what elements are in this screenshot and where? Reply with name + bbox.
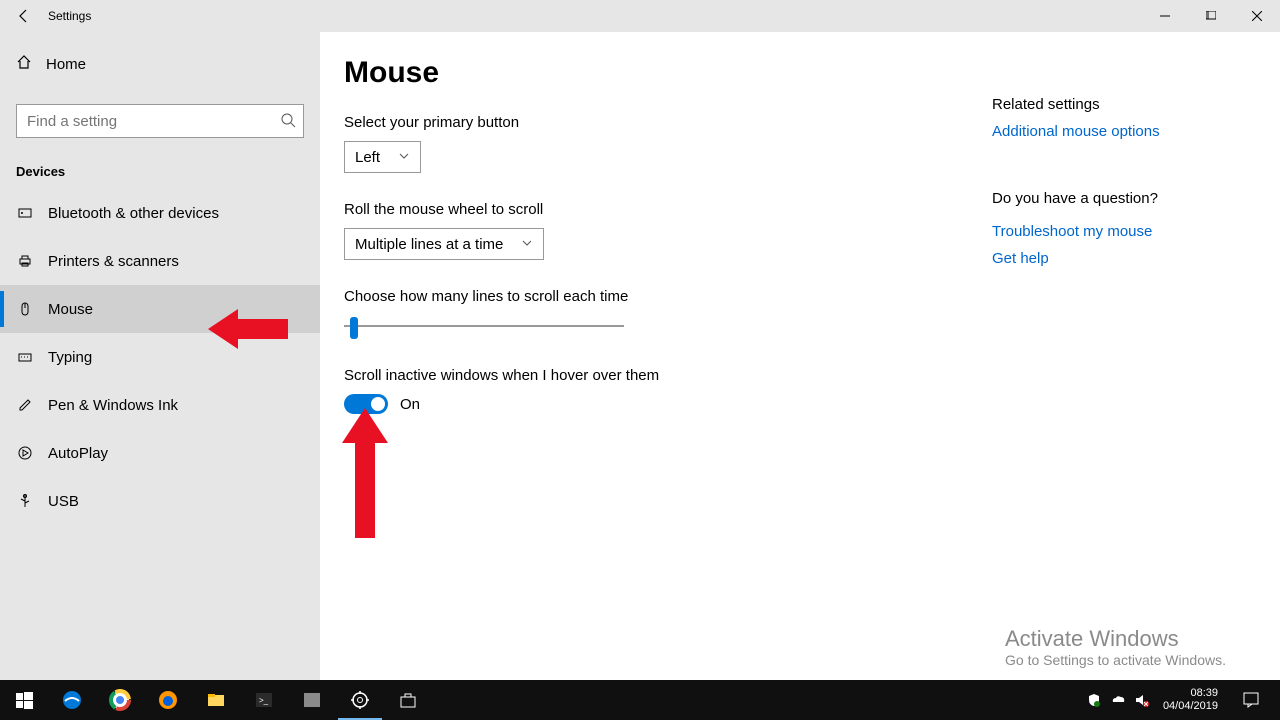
- activate-windows-watermark: Activate Windows Go to Settings to activ…: [1005, 626, 1226, 668]
- start-button[interactable]: [0, 680, 48, 720]
- maximize-button[interactable]: [1188, 0, 1234, 32]
- taskbar-date: 04/04/2019: [1163, 700, 1218, 713]
- select-value: Left: [355, 149, 380, 166]
- taskbar-store[interactable]: [384, 680, 432, 720]
- taskbar-edge[interactable]: [48, 680, 96, 720]
- minimize-button[interactable]: [1142, 0, 1188, 32]
- additional-mouse-options-link[interactable]: Additional mouse options: [992, 123, 1242, 140]
- sidebar-item-label: Mouse: [48, 301, 93, 318]
- sidebar-item-label: Printers & scanners: [48, 253, 179, 270]
- mouse-icon: [16, 300, 34, 318]
- sidebar-item-label: USB: [48, 493, 79, 510]
- slider-track: [344, 325, 624, 327]
- sidebar-home[interactable]: Home: [0, 40, 320, 88]
- inactive-windows-label: Scroll inactive windows when I hover ove…: [344, 367, 1280, 384]
- sidebar-home-label: Home: [46, 56, 86, 73]
- get-help-link[interactable]: Get help: [992, 250, 1242, 267]
- toggle-state-label: On: [400, 396, 420, 413]
- sidebar-item-autoplay[interactable]: AutoPlay: [0, 429, 320, 477]
- taskbar-app[interactable]: [288, 680, 336, 720]
- slider-thumb[interactable]: [350, 317, 358, 339]
- titlebar: Settings: [0, 0, 1280, 32]
- tray-security-icon[interactable]: [1085, 691, 1103, 709]
- bluetooth-icon: [16, 204, 34, 222]
- activate-title: Activate Windows: [1005, 626, 1226, 652]
- taskbar-explorer[interactable]: [192, 680, 240, 720]
- taskbar-clock[interactable]: 08:39 04/04/2019: [1157, 687, 1224, 713]
- select-value: Multiple lines at a time: [355, 236, 503, 253]
- activate-subtitle: Go to Settings to activate Windows.: [1005, 652, 1226, 668]
- sidebar-item-printers[interactable]: Printers & scanners: [0, 237, 320, 285]
- scroll-lines-slider[interactable]: [344, 315, 624, 339]
- keyboard-icon: [16, 348, 34, 366]
- autoplay-icon: [16, 444, 34, 462]
- taskbar-chrome[interactable]: [96, 680, 144, 720]
- back-button[interactable]: [0, 0, 48, 32]
- system-tray[interactable]: 08:39 04/04/2019: [1085, 680, 1280, 720]
- taskbar-firefox[interactable]: [144, 680, 192, 720]
- main-content: Mouse Select your primary button Left Ro…: [320, 32, 1280, 680]
- search-input[interactable]: [16, 104, 304, 138]
- notification-center-button[interactable]: [1230, 680, 1272, 720]
- sidebar-item-pen[interactable]: Pen & Windows Ink: [0, 381, 320, 429]
- printer-icon: [16, 252, 34, 270]
- pen-icon: [16, 396, 34, 414]
- sidebar-item-label: Pen & Windows Ink: [48, 397, 178, 414]
- window-title: Settings: [48, 9, 91, 23]
- chevron-down-icon: [521, 236, 533, 253]
- roll-wheel-select[interactable]: Multiple lines at a time: [344, 228, 544, 260]
- troubleshoot-link[interactable]: Troubleshoot my mouse: [992, 223, 1242, 240]
- related-settings-heading: Related settings: [992, 96, 1242, 113]
- taskbar-terminal[interactable]: >_: [240, 680, 288, 720]
- sidebar: Home Devices Bluetooth & other devices P…: [0, 32, 320, 680]
- question-heading: Do you have a question?: [992, 190, 1242, 207]
- tray-onedrive-icon[interactable]: [1109, 691, 1127, 709]
- right-column: Related settings Additional mouse option…: [992, 96, 1242, 277]
- sidebar-item-label: AutoPlay: [48, 445, 108, 462]
- page-title: Mouse: [344, 56, 1280, 90]
- annotation-arrow-up: [340, 408, 390, 538]
- close-button[interactable]: [1234, 0, 1280, 32]
- tray-volume-icon[interactable]: [1133, 691, 1151, 709]
- scroll-lines-label: Choose how many lines to scroll each tim…: [344, 288, 1280, 305]
- usb-icon: [16, 492, 34, 510]
- sidebar-item-label: Typing: [48, 349, 92, 366]
- annotation-arrow-left: [208, 304, 288, 354]
- sidebar-item-label: Bluetooth & other devices: [48, 205, 219, 222]
- search-icon: [280, 112, 296, 133]
- sidebar-item-usb[interactable]: USB: [0, 477, 320, 525]
- primary-button-select[interactable]: Left: [344, 141, 421, 173]
- taskbar-settings[interactable]: [336, 680, 384, 720]
- taskbar-time: 08:39: [1163, 687, 1218, 700]
- chevron-down-icon: [398, 149, 410, 166]
- sidebar-section-label: Devices: [0, 138, 320, 189]
- home-icon: [16, 54, 32, 74]
- sidebar-item-bluetooth[interactable]: Bluetooth & other devices: [0, 189, 320, 237]
- taskbar: >_ 08:39 04/04/2019: [0, 680, 1280, 720]
- search-container: [16, 104, 304, 138]
- svg-text:>_: >_: [259, 696, 269, 705]
